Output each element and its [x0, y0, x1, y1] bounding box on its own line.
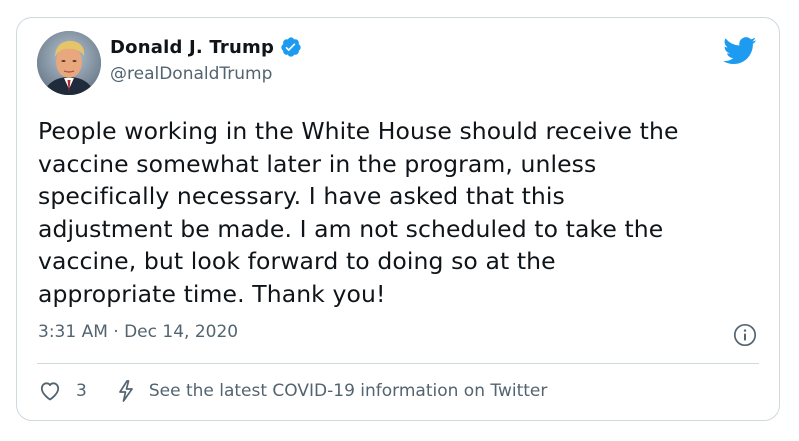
- author-handle[interactable]: @realDonaldTrump: [110, 64, 272, 84]
- tweet-timestamp[interactable]: 3:31 AM · Dec 14, 2020: [38, 322, 238, 342]
- info-icon[interactable]: [733, 323, 757, 347]
- tweet-actions: 3 See the latest COVID-19 information on…: [38, 376, 547, 406]
- heart-icon[interactable]: [38, 379, 62, 403]
- covid-info-link[interactable]: See the latest COVID-19 information on T…: [115, 379, 548, 403]
- display-name[interactable]: Donald J. Trump: [110, 37, 274, 58]
- lightning-bolt-icon: [115, 379, 137, 403]
- verified-badge-icon: [280, 36, 302, 58]
- author-row: Donald J. Trump: [110, 34, 302, 60]
- profile-photo: [37, 31, 101, 95]
- avatar[interactable]: [37, 31, 101, 95]
- like-count[interactable]: 3: [76, 381, 87, 401]
- divider: [37, 363, 759, 364]
- tweet-text: People working in the White House should…: [38, 117, 679, 308]
- twitter-bird-icon[interactable]: [723, 37, 757, 65]
- covid-info-label: See the latest COVID-19 information on T…: [148, 381, 548, 401]
- tweet-card[interactable]: Donald J. Trump @realDonaldTrump People …: [16, 17, 780, 421]
